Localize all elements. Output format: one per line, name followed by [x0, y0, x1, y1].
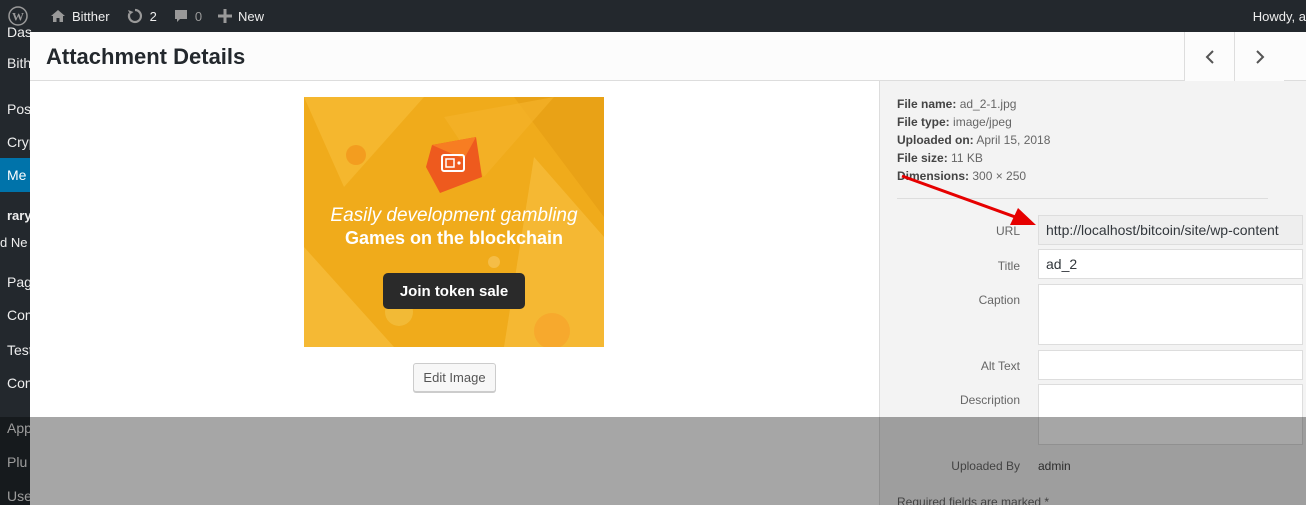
annotation-arrow	[901, 174, 1036, 225]
